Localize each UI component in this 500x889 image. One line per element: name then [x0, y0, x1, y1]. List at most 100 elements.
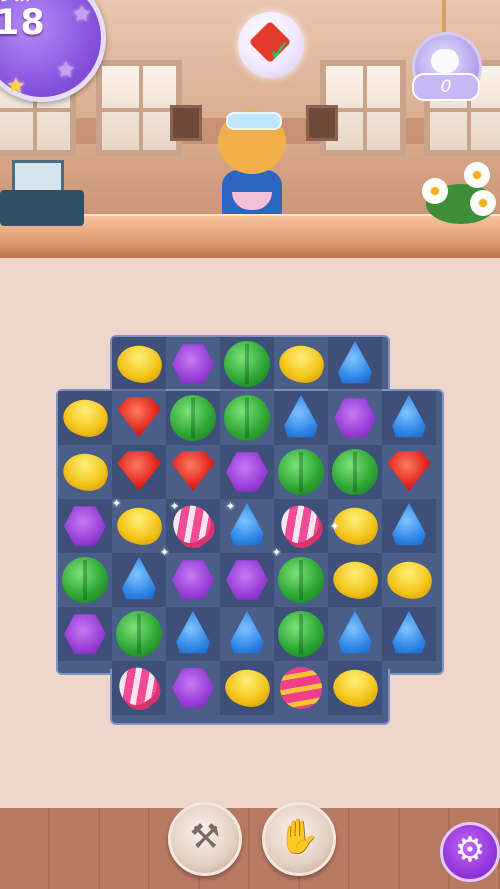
- flower-pot: [420, 160, 500, 230]
- board-cell[interactable]: [166, 445, 220, 499]
- sparkle: ✦: [112, 497, 122, 510]
- red-candy: [117, 451, 161, 491]
- daisy: [422, 178, 448, 204]
- blue-candy: [392, 503, 426, 546]
- goggles: [226, 112, 282, 130]
- board-cell[interactable]: [328, 337, 382, 391]
- board-cell[interactable]: [328, 391, 382, 445]
- board-cell[interactable]: [112, 445, 166, 499]
- yellow-candy: [111, 336, 169, 392]
- board-cell[interactable]: [166, 661, 220, 715]
- yellow-candy: [381, 552, 439, 608]
- board-cell[interactable]: [382, 499, 436, 553]
- yellow-candy: [57, 390, 115, 446]
- board-cell[interactable]: [273, 497, 329, 555]
- board-cell[interactable]: [166, 391, 220, 445]
- sparkle: ✦: [170, 500, 180, 513]
- board-cell[interactable]: [58, 607, 112, 661]
- board-cell[interactable]: [274, 445, 328, 499]
- board-cell[interactable]: [327, 552, 385, 608]
- green-candy: [278, 557, 324, 603]
- board-cell[interactable]: [58, 499, 112, 553]
- board-cell[interactable]: [57, 444, 115, 500]
- board-cell[interactable]: [58, 553, 112, 607]
- board-cell[interactable]: [382, 445, 436, 499]
- board-cell[interactable]: [219, 660, 277, 716]
- board-cell[interactable]: [166, 337, 220, 391]
- goal-bubble: ✓: [238, 12, 304, 78]
- star-icon: ★: [6, 74, 26, 99]
- yellow-candy: [273, 336, 331, 392]
- board-cell[interactable]: [166, 553, 220, 607]
- board-cell[interactable]: [382, 607, 436, 661]
- blue-candy: [392, 395, 426, 438]
- sparkle: ✦: [160, 546, 170, 559]
- board-cell[interactable]: [328, 607, 382, 661]
- rocket-candy: [111, 659, 167, 717]
- board-cell[interactable]: [274, 607, 328, 661]
- yellow-candy: [327, 552, 385, 608]
- rope: [442, 0, 446, 36]
- purple-candy: [64, 506, 106, 546]
- red-candy: [117, 397, 161, 437]
- green-candy: [332, 449, 378, 495]
- board-cell[interactable]: [274, 391, 328, 445]
- purple-candy: [334, 398, 376, 438]
- board-cell[interactable]: [57, 390, 115, 446]
- board-cell[interactable]: [328, 445, 382, 499]
- purple-candy: [226, 560, 268, 600]
- board-cell[interactable]: [274, 553, 328, 607]
- sparkle: ✦: [330, 520, 340, 533]
- blue-candy: [230, 611, 264, 654]
- purple-candy: [172, 344, 214, 384]
- board-cell[interactable]: [220, 337, 274, 391]
- board-cell[interactable]: [112, 553, 166, 607]
- board-cell[interactable]: [273, 336, 331, 392]
- purple-candy: [172, 560, 214, 600]
- settings-button[interactable]: ⚙: [440, 822, 500, 882]
- blue-candy: [284, 395, 318, 438]
- board-cell[interactable]: [382, 391, 436, 445]
- sparkle: ✦: [226, 500, 236, 513]
- register-base: [0, 190, 84, 226]
- glove-icon: ✋: [277, 817, 321, 857]
- board-cell[interactable]: [166, 607, 220, 661]
- yellow-candy: [219, 660, 277, 716]
- board-cell[interactable]: [274, 661, 328, 715]
- moves-value: 18: [0, 3, 46, 43]
- board-cell[interactable]: [220, 445, 274, 499]
- board-cell[interactable]: [220, 553, 274, 607]
- green-candy: [278, 611, 324, 657]
- board-cell[interactable]: [220, 391, 274, 445]
- blue-candy: [176, 611, 210, 654]
- check-icon: ✓: [268, 34, 292, 67]
- board-cell[interactable]: [112, 607, 166, 661]
- daisy: [470, 190, 496, 216]
- piggy-bank-icon: [431, 49, 459, 73]
- blue-candy: [392, 611, 426, 654]
- board-cell[interactable]: [111, 336, 169, 392]
- hammer-booster-button[interactable]: ⚒: [168, 802, 242, 876]
- daisy: [464, 162, 490, 188]
- rocket-candy: [273, 497, 329, 555]
- board-cell[interactable]: [220, 607, 274, 661]
- board-cell[interactable]: [111, 659, 167, 717]
- purple-candy: [64, 614, 106, 654]
- blue-candy: [338, 341, 372, 384]
- green-candy: [170, 395, 216, 441]
- green-candy: [62, 557, 108, 603]
- sparkle: ✦: [272, 546, 282, 559]
- green-candy: [278, 449, 324, 495]
- board-cell[interactable]: [327, 660, 385, 716]
- star-icon: ★: [72, 2, 92, 27]
- wall-picture: [306, 105, 338, 141]
- red-candy: [171, 451, 215, 491]
- cash-register: [0, 150, 84, 234]
- glove-booster-button[interactable]: ✋: [262, 802, 336, 876]
- green-candy: [224, 395, 270, 441]
- gear-icon: ⚙: [454, 830, 486, 870]
- board-cell[interactable]: [112, 391, 166, 445]
- star-icon: ★: [56, 58, 76, 83]
- board-cell[interactable]: [381, 552, 439, 608]
- lion-character: [212, 100, 292, 216]
